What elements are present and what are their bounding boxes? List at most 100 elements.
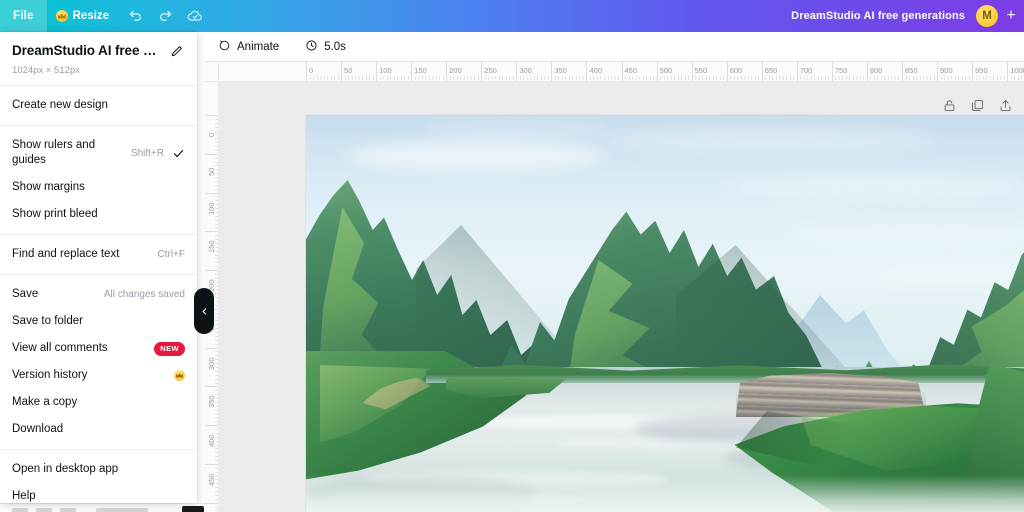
ruler-tick-minor [428,76,430,80]
menu-item-view-all-comments[interactable]: View all comments NEW [0,335,197,362]
menu-item-label: Open in desktop app [12,463,119,476]
ruler-tick-minor [632,76,634,80]
ruler-tick-minor [744,76,746,80]
canvas-area[interactable] [219,82,1024,512]
menu-title-row: DreamStudio AI free genera... [12,43,185,58]
ruler-tick-minor [365,76,367,80]
new-badge: NEW [154,341,185,356]
cloud-check-icon[interactable] [180,0,210,32]
ruler-label: 0 [309,66,314,75]
ruler-tick-minor [758,76,760,80]
ruler-tick-minor [596,76,598,80]
ruler-tick-minor [909,76,910,80]
ghost-item [12,508,28,512]
ruler-tick-minor [912,76,914,80]
ruler-tick-minor [793,76,795,80]
clock-icon [305,39,318,55]
ruler-tick-minor [898,76,900,80]
ruler-tick-minor [526,76,528,80]
ruler-tick-minor [474,76,476,80]
crown-icon [55,10,68,22]
ruler-tick [691,62,693,81]
ruler-tick-minor [372,76,374,80]
ruler-tick-minor [498,76,500,80]
ruler-tick-minor [589,76,591,80]
artboard[interactable] [306,115,1024,512]
horizontal-ruler[interactable]: 0 50 100 150 200 250 300 350 400 450 500 550 600 650 7… [219,62,1024,82]
ruler-tick-minor [425,76,427,80]
undo-icon[interactable] [120,0,150,32]
export-icon[interactable] [996,96,1015,115]
ruler-tick-minor [351,76,353,80]
menu-group: Find and replace text Ctrl+F [0,235,197,274]
menu-item-show-rulers-and-guides[interactable]: Show rulers and guides Shift+R [0,132,197,174]
ruler-tick-minor [824,76,826,80]
file-menu-button[interactable]: File [0,0,47,32]
ruler-tick [796,62,798,81]
menu-item-show-margins[interactable]: Show margins [0,174,197,201]
menu-item-create-new-design[interactable]: Create new design [0,92,197,119]
menu-item-download[interactable]: Download [0,416,197,443]
ruler-tick-minor [470,76,472,80]
ruler-tick-minor [930,76,932,80]
add-member-button[interactable]: + [998,0,1024,32]
bottom-panel-strip [0,503,205,512]
pencil-icon[interactable] [170,44,184,58]
ruler-tick [205,115,218,116]
ruler-tick-minor [477,76,479,80]
ruler-tick-minor [355,76,357,80]
duration-button[interactable]: 5.0s [301,36,350,58]
menu-item-open-in-desktop-app[interactable]: Open in desktop app [0,456,197,483]
ruler-tick-minor [779,76,781,80]
ruler-tick-minor [449,76,451,80]
ruler-tick-minor [442,76,444,80]
animate-button[interactable]: Animate [214,36,283,58]
menu-item-make-a-copy[interactable]: Make a copy [0,389,197,416]
ruler-tick-minor [782,76,784,80]
ruler-label: 300 [519,66,532,75]
ruler-tick-minor [880,76,882,80]
ruler-tick-minor [944,76,946,80]
ruler-tick [205,231,218,233]
ruler-tick-minor [421,76,423,80]
ruler-tick-minor [635,76,637,80]
ruler-tick-minor [337,76,339,80]
menu-item-show-print-bleed[interactable]: Show print bleed [0,201,197,228]
ruler-tick-minor [491,76,493,80]
menu-item-save[interactable]: Save All changes saved [0,281,197,308]
menu-item-find-and-replace-text[interactable]: Find and replace text Ctrl+F [0,241,197,268]
ruler-tick [901,62,903,81]
menu-item-save-to-folder[interactable]: Save to folder [0,308,197,335]
ruler-tick-minor [502,76,504,80]
ruler-tick-minor [751,76,753,80]
ruler-tick-minor [982,76,984,80]
resize-button[interactable]: Resize [47,0,120,32]
lock-icon[interactable] [940,96,959,115]
duration-label: 5.0s [324,40,346,53]
ruler-tick-minor [870,76,872,80]
ruler-tick-minor [593,76,595,80]
menu-item-label: Download [12,423,64,436]
ruler-tick-minor [414,76,416,80]
ruler-tick-minor [821,76,823,80]
duplicate-icon[interactable] [968,96,987,115]
design-title[interactable]: DreamStudio AI free genera... [12,43,164,58]
ruler-tick [205,192,218,194]
ruler-label: 500 [659,66,673,75]
ruler-tick-minor [625,76,627,80]
panel-collapse-handle[interactable] [194,288,214,334]
menu-item-label: Version history [12,369,88,382]
avatar[interactable]: M [976,5,998,27]
ruler-tick-minor [965,76,967,80]
ruler-tick-minor [975,76,977,80]
ruler-tick [621,62,623,81]
menu-item-help[interactable]: Help [0,483,197,503]
ruler-tick-minor [400,76,402,80]
ruler-tick-minor [926,76,928,80]
cloud [346,141,606,171]
menu-item-version-history[interactable]: Version history [0,362,197,389]
plus-label: + [1006,7,1016,24]
redo-icon[interactable] [150,0,180,32]
ruler-tick-minor [362,76,364,80]
ruler-tick-minor [484,76,486,80]
